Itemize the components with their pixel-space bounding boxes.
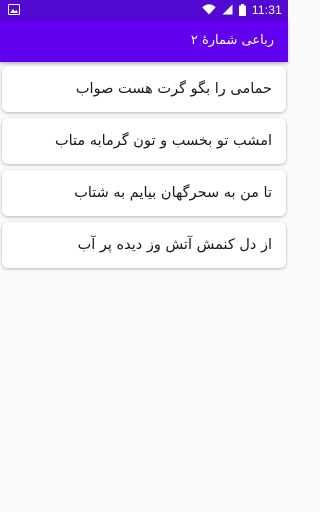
image-icon (8, 4, 20, 15)
app-bar: رباعی شمارهٔ ۲ (0, 19, 288, 62)
poem-line: تا من به سحرگهان بیایم به شتاب (74, 185, 272, 201)
signal-icon (222, 4, 233, 15)
list-item[interactable]: حمامی را بگو گرت هست صواب (2, 66, 286, 112)
status-bar: 11:31 (0, 0, 288, 19)
page-title: رباعی شمارهٔ ۲ (190, 33, 274, 48)
poem-line: امشب تو بخسب و تون گرمابه متاب (54, 133, 272, 149)
status-icons: 11:31 (202, 0, 282, 19)
poem-line: از دل کنمش آتش وز دیده پر آب (77, 237, 272, 253)
status-time: 11:31 (251, 2, 282, 17)
list-item[interactable]: از دل کنمش آتش وز دیده پر آب (2, 222, 286, 268)
poem-line: حمامی را بگو گرت هست صواب (75, 81, 272, 97)
list-item[interactable]: تا من به سحرگهان بیایم به شتاب (2, 170, 286, 216)
wifi-icon (202, 4, 216, 15)
list-item[interactable]: امشب تو بخسب و تون گرمابه متاب (2, 118, 286, 164)
battery-icon (238, 3, 246, 16)
